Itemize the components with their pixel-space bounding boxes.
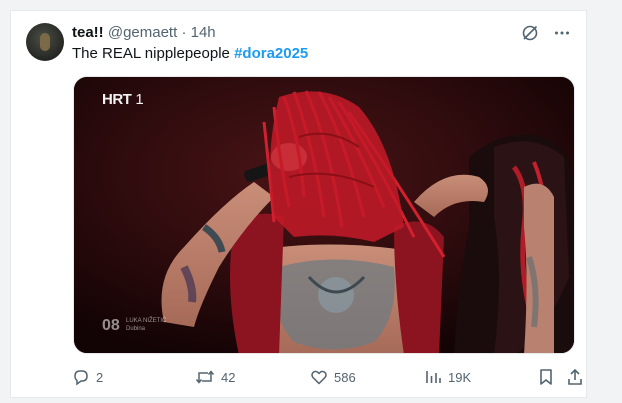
grok-icon[interactable] [520, 23, 540, 43]
reply-count: 2 [96, 369, 104, 385]
tweet-top-icons [520, 23, 572, 43]
share-button[interactable] [566, 366, 584, 388]
tweet-media[interactable]: HRT 1 08 LUKA NIŽETIĆ Dubina [73, 76, 575, 354]
performer-caption: LUKA NIŽETIĆ Dubina [126, 317, 166, 333]
tweet-card[interactable]: tea!! @gemaett · 14h The REAL nipplepeop… [10, 10, 587, 398]
handle[interactable]: @gemaett [108, 24, 177, 41]
performer-name: LUKA NIŽETIĆ [126, 318, 167, 324]
channel-logo-text: HRT [102, 91, 132, 108]
like-count: 586 [334, 369, 356, 385]
like-icon [311, 370, 327, 385]
views-button[interactable]: 19K [424, 366, 471, 388]
bookmark-icon [540, 369, 552, 385]
tweet-actions: 2 42 586 19K [72, 366, 582, 388]
repost-icon [195, 370, 215, 384]
media-image [74, 77, 574, 353]
repost-count: 42 [221, 369, 236, 385]
repost-button[interactable]: 42 [195, 366, 235, 388]
avatar[interactable] [26, 23, 64, 61]
view-count: 19K [448, 369, 472, 385]
reply-button[interactable]: 2 [72, 366, 103, 388]
views-icon [426, 371, 441, 383]
timestamp[interactable]: 14h [191, 24, 216, 41]
performer-number: 08 [102, 317, 120, 334]
display-name[interactable]: tea!! [72, 24, 104, 41]
tweet-header: tea!! @gemaett · 14h [72, 23, 216, 43]
share-icon [568, 368, 582, 385]
like-button[interactable]: 586 [310, 366, 356, 388]
reply-icon [74, 370, 88, 386]
channel-logo: HRT 1 [102, 91, 144, 108]
tweet-text: The REAL nipplepeople #dora2025 [72, 44, 308, 64]
channel-number: 1 [135, 91, 144, 108]
song-title: Dubina [126, 326, 146, 332]
bookmark-button[interactable] [538, 366, 554, 388]
separator: · [181, 24, 187, 41]
tweet-body: The REAL nipplepeople [72, 45, 230, 62]
hashtag-link[interactable]: #dora2025 [234, 45, 308, 62]
more-icon[interactable] [552, 23, 572, 43]
